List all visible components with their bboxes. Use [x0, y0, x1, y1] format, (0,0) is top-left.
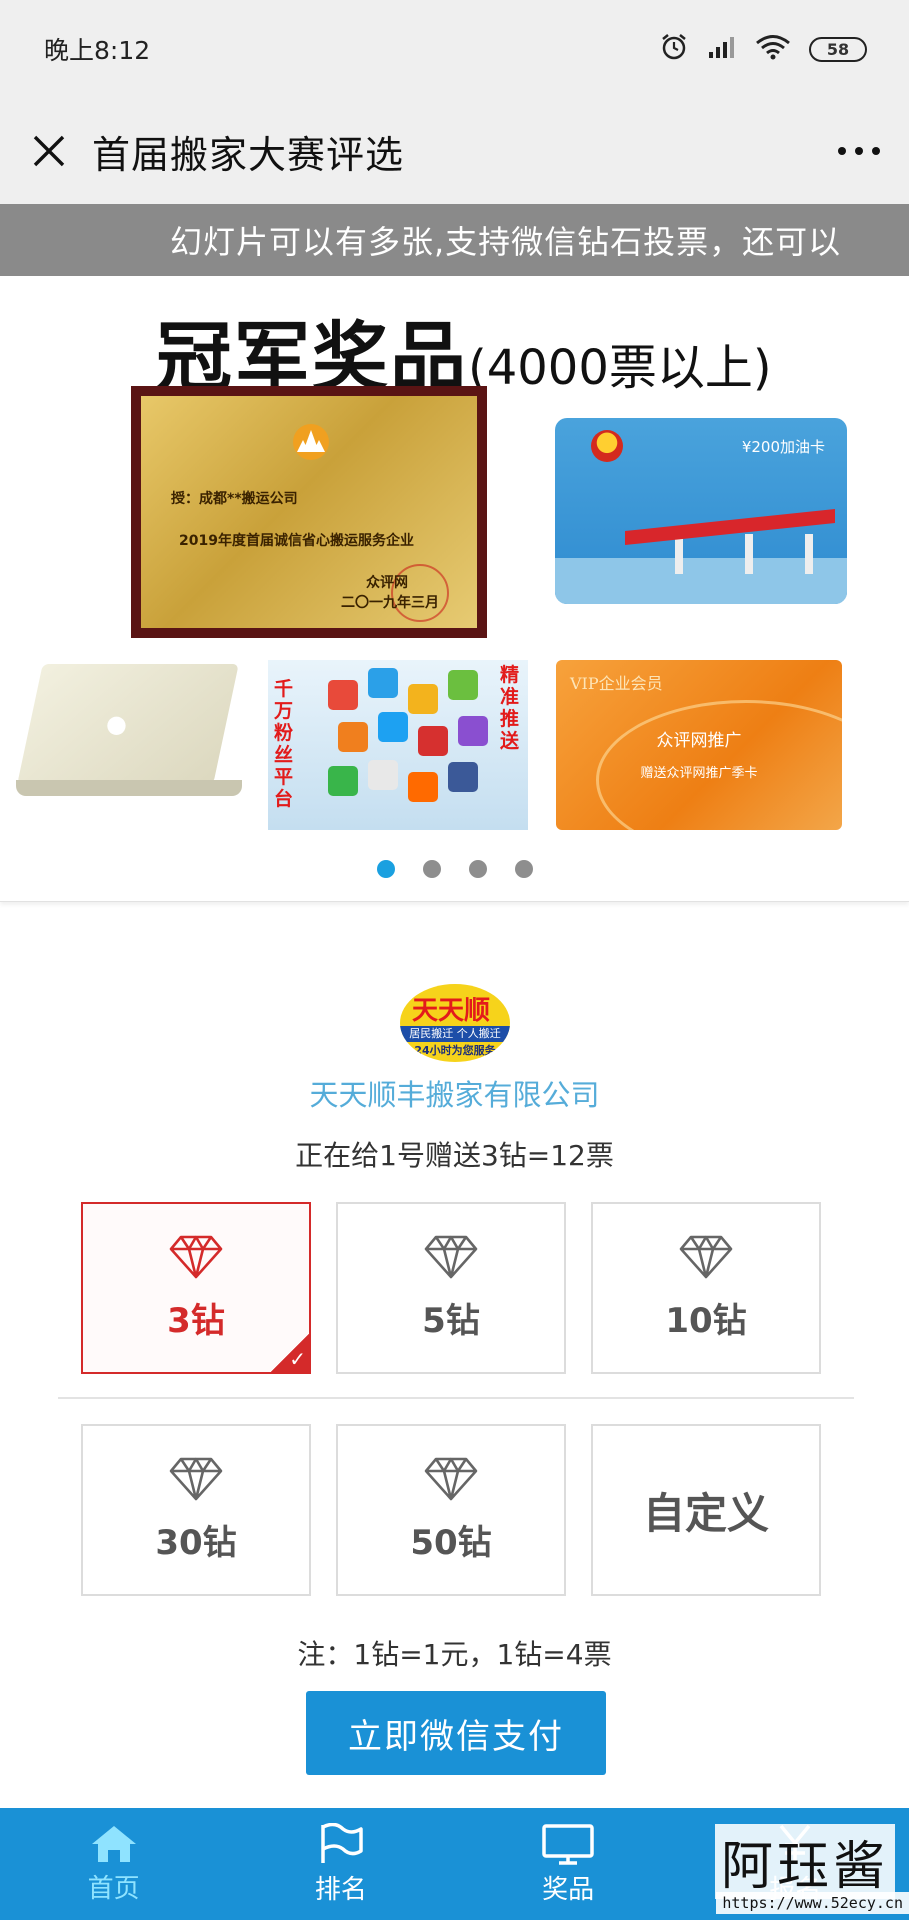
signal-icon [707, 35, 737, 63]
vip-line1: 众评网推广 [656, 731, 742, 751]
monitor-icon [542, 1823, 594, 1865]
alarm-icon [659, 32, 689, 66]
wifi-icon [755, 34, 791, 64]
tab-home[interactable]: 首页 [0, 1808, 227, 1920]
plaque-line3: 众评网 [366, 575, 408, 591]
diamond-option-30[interactable]: 30钻 [81, 1424, 311, 1596]
battery-indicator: 58 [809, 36, 867, 62]
status-time: 晚上8:12 [44, 36, 151, 65]
vip-line2: 赠送众评网推广季卡 [640, 766, 758, 781]
tab-label: 奖品 [542, 1874, 595, 1905]
petrochina-logo-icon [591, 430, 623, 462]
award-logo-icon [293, 424, 329, 460]
watermark-url: https://www.52ecy.cn [716, 1892, 909, 1914]
apple-logo-icon: ● [106, 710, 127, 738]
page-title: 首届搬家大赛评选 [92, 132, 405, 177]
tab-prizes[interactable]: 奖品 [455, 1808, 682, 1920]
exchange-note: 注：1钻=1元，1钻=4票 [297, 1638, 612, 1671]
diamond-option-label: 自定义 [642, 1488, 769, 1538]
candidate-logo-sub2: 24小时为您服务 [414, 1044, 496, 1057]
candidate-name: 天天顺丰搬家有限公司 [309, 1078, 600, 1112]
flag-icon [321, 1822, 363, 1863]
status-icons: 58 [659, 32, 867, 66]
carousel-dot[interactable] [422, 860, 441, 878]
diamond-option-label: 10钻 [665, 1300, 747, 1341]
candidate-avatar: 天天顺 居民搬迁 个人搬迁 24小时为您服务 [400, 984, 510, 1062]
plaque-line4: 二〇一九年三月 [341, 595, 439, 611]
banner-carousel[interactable]: 冠军奖品(4000票以上) 授：成都**搬运公司 2019年度首届诚信省心搬运服… [0, 276, 909, 902]
vip-card-image: VIP企业会员 众评网推广 赠送众评网推广季卡 [556, 660, 842, 830]
diamond-option-label: 30钻 [155, 1522, 237, 1563]
diamond-option-5[interactable]: 5钻 [336, 1202, 566, 1374]
tab-ranking[interactable]: 排名 [227, 1808, 454, 1920]
social-right-text: 精准推送 [500, 664, 520, 752]
diamond-icon [424, 1457, 478, 1500]
vip-tag: VIP企业会员 [570, 674, 663, 693]
diamond-option-label: 3钻 [167, 1300, 225, 1341]
carousel-dot[interactable] [376, 860, 395, 878]
diamond-icon [169, 1457, 223, 1500]
diamond-option-3[interactable]: 3钻 ✓ [81, 1202, 311, 1374]
social-left-text: 千万粉丝平台 [274, 678, 294, 810]
home-icon [91, 1825, 136, 1862]
close-button[interactable] [0, 134, 92, 168]
diamond-option-10[interactable]: 10钻 [591, 1202, 821, 1374]
fuel-card-image: ¥200加油卡 [555, 418, 847, 604]
diamond-icon [424, 1235, 478, 1278]
plaque-line1: 授：成都**搬运公司 [171, 491, 298, 507]
check-icon: ✓ [289, 1347, 306, 1371]
more-button[interactable] [809, 146, 909, 156]
diamond-option-custom[interactable]: 自定义 [591, 1424, 821, 1596]
carousel-dot[interactable] [514, 860, 533, 878]
banner-title-suffix: (4000票以上) [468, 340, 772, 396]
diamond-option-label: 5钻 [422, 1300, 480, 1341]
wechat-pay-button[interactable]: 立即微信支付 [306, 1691, 606, 1775]
diamond-option-label: 50钻 [410, 1522, 492, 1563]
selected-check: ✓ [269, 1332, 311, 1374]
close-icon [33, 135, 65, 167]
marquee-text: 幻灯片可以有多张,支持微信钻石投票，还可以 [170, 223, 842, 261]
status-bar: 晚上8:12 58 [0, 0, 909, 98]
more-icon [838, 147, 880, 155]
tab-label: 排名 [314, 1874, 367, 1905]
diamond-icon [679, 1235, 733, 1278]
nav-bar: 首届搬家大赛评选 [0, 98, 909, 204]
diamond-option-50[interactable]: 50钻 [336, 1424, 566, 1596]
candidate-logo-text: 天天顺 [412, 996, 491, 1026]
carousel-dot[interactable] [468, 860, 487, 878]
carousel-dots [0, 860, 909, 878]
gift-info: 正在给1号赠送3钻=12票 [295, 1139, 614, 1172]
laptop-image: ● [16, 664, 242, 802]
candidate-logo-sub: 居民搬迁 个人搬迁 [400, 1026, 510, 1042]
fuel-card-amount: ¥200加油卡 [741, 438, 825, 456]
tab-label: 首页 [87, 1873, 140, 1904]
watermark: 阿珏酱 https://www.52ecy.cn [700, 1824, 909, 1920]
grid-divider [58, 1397, 854, 1399]
diamond-icon [169, 1235, 223, 1278]
plaque-line2: 2019年度首届诚信省心搬运服务企业 [179, 533, 414, 549]
award-plaque-image: 授：成都**搬运公司 2019年度首届诚信省心搬运服务企业 众评网 二〇一九年三… [131, 386, 487, 638]
announcement-marquee: 幻灯片可以有多张,支持微信钻石投票，还可以 [0, 204, 909, 276]
social-apps-image: 千万粉丝平台 精准推送 [268, 660, 528, 830]
watermark-text: 阿珏酱 [714, 1824, 895, 1899]
